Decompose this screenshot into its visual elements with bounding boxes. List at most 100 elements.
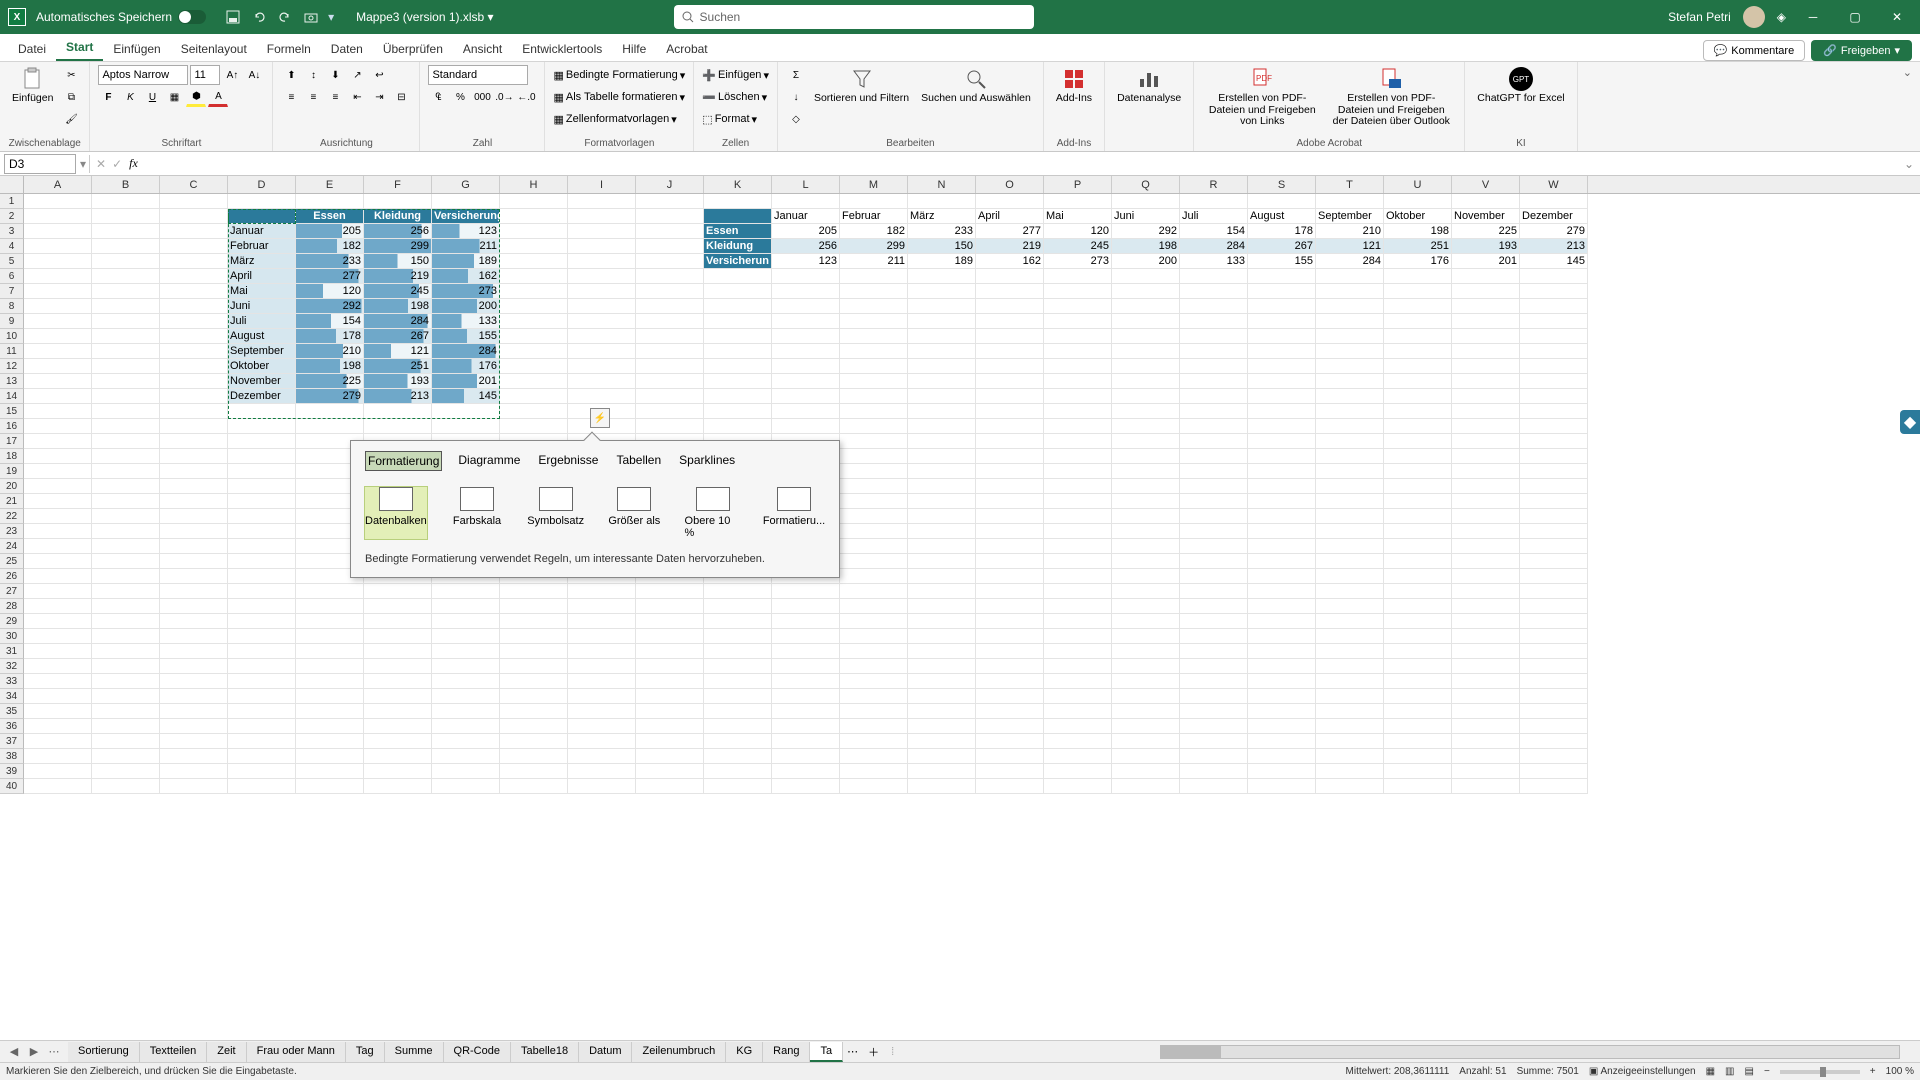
cell[interactable] (160, 239, 228, 254)
cell[interactable] (1384, 539, 1452, 554)
cell[interactable] (24, 314, 92, 329)
cell[interactable] (92, 524, 160, 539)
cell[interactable] (500, 419, 568, 434)
cell[interactable] (840, 299, 908, 314)
cell[interactable]: 233 (296, 254, 364, 269)
cell[interactable] (1044, 629, 1112, 644)
cell[interactable] (1044, 539, 1112, 554)
cell[interactable]: Januar (228, 224, 296, 239)
italic-button[interactable]: K (120, 87, 140, 107)
cell[interactable] (772, 719, 840, 734)
cell[interactable] (908, 779, 976, 794)
cell[interactable] (1180, 629, 1248, 644)
cell[interactable] (1452, 284, 1520, 299)
column-header[interactable]: K (704, 176, 772, 193)
column-header[interactable]: J (636, 176, 704, 193)
cell[interactable] (1452, 689, 1520, 704)
qa-opt-formatierung-loeschen[interactable]: Formatieru... (763, 487, 825, 539)
cell[interactable] (976, 314, 1044, 329)
cell[interactable] (636, 374, 704, 389)
cell[interactable] (568, 779, 636, 794)
row-header[interactable]: 34 (0, 689, 24, 704)
cell[interactable]: April (976, 209, 1044, 224)
cell[interactable] (24, 629, 92, 644)
row-header[interactable]: 14 (0, 389, 24, 404)
cell[interactable] (1316, 269, 1384, 284)
cell[interactable] (1044, 614, 1112, 629)
cell[interactable]: Mai (1044, 209, 1112, 224)
row-header[interactable]: 22 (0, 509, 24, 524)
cell[interactable] (432, 404, 500, 419)
cell[interactable] (160, 644, 228, 659)
cell[interactable] (1180, 719, 1248, 734)
cell[interactable]: Dezember (1520, 209, 1588, 224)
cell[interactable] (1112, 374, 1180, 389)
cell[interactable]: 284 (1180, 239, 1248, 254)
cell[interactable] (1316, 329, 1384, 344)
cell[interactable] (160, 554, 228, 569)
cell[interactable] (1520, 539, 1588, 554)
tab-start[interactable]: Start (56, 35, 103, 61)
cell[interactable] (1044, 389, 1112, 404)
cell[interactable] (1044, 524, 1112, 539)
cell[interactable] (1452, 749, 1520, 764)
sheet-tab[interactable]: Textteilen (140, 1042, 207, 1062)
cell[interactable] (1520, 509, 1588, 524)
cell[interactable] (160, 434, 228, 449)
cell[interactable] (772, 329, 840, 344)
cell[interactable]: Versicherung (432, 209, 500, 224)
cell[interactable] (976, 269, 1044, 284)
cell[interactable] (1180, 299, 1248, 314)
cell[interactable] (1112, 404, 1180, 419)
cell[interactable] (1520, 344, 1588, 359)
cell[interactable] (228, 449, 296, 464)
cell[interactable] (160, 614, 228, 629)
cell[interactable] (1452, 269, 1520, 284)
autosum-icon[interactable]: Σ (786, 65, 806, 85)
cell[interactable] (500, 314, 568, 329)
cell[interactable] (228, 719, 296, 734)
cell[interactable] (296, 689, 364, 704)
cell[interactable] (160, 269, 228, 284)
cell[interactable] (1044, 554, 1112, 569)
cell[interactable] (92, 749, 160, 764)
cell[interactable] (1520, 599, 1588, 614)
cell[interactable] (568, 764, 636, 779)
cut-icon[interactable]: ✂ (61, 65, 81, 85)
cell[interactable] (24, 434, 92, 449)
cell[interactable] (364, 419, 432, 434)
cell[interactable] (908, 509, 976, 524)
cell[interactable] (636, 674, 704, 689)
cell[interactable] (1044, 764, 1112, 779)
cell[interactable] (1520, 299, 1588, 314)
cell[interactable]: 256 (364, 224, 432, 239)
cell[interactable]: 251 (364, 359, 432, 374)
cell[interactable] (976, 509, 1044, 524)
row-header[interactable]: 17 (0, 434, 24, 449)
fx-icon[interactable]: fx (129, 156, 138, 171)
cell[interactable] (1112, 569, 1180, 584)
cell[interactable] (500, 269, 568, 284)
cell[interactable] (24, 749, 92, 764)
cell[interactable]: 198 (364, 299, 432, 314)
cell[interactable] (1044, 644, 1112, 659)
cell[interactable] (1044, 464, 1112, 479)
cell[interactable] (500, 764, 568, 779)
cell[interactable] (840, 494, 908, 509)
cell[interactable]: 145 (1520, 254, 1588, 269)
cell[interactable] (704, 404, 772, 419)
cell[interactable] (1248, 389, 1316, 404)
cell[interactable] (1248, 374, 1316, 389)
cell[interactable] (24, 254, 92, 269)
cell[interactable] (636, 419, 704, 434)
cell[interactable] (1112, 194, 1180, 209)
increase-font-icon[interactable]: A↑ (222, 65, 242, 85)
cell[interactable] (364, 644, 432, 659)
cell[interactable] (1452, 449, 1520, 464)
cell[interactable] (908, 494, 976, 509)
comments-button[interactable]: 💬 Kommentare (1703, 40, 1806, 61)
cell[interactable] (432, 734, 500, 749)
sheet-tab[interactable]: KG (726, 1042, 763, 1062)
cell[interactable] (1044, 734, 1112, 749)
row-header[interactable]: 2 (0, 209, 24, 224)
